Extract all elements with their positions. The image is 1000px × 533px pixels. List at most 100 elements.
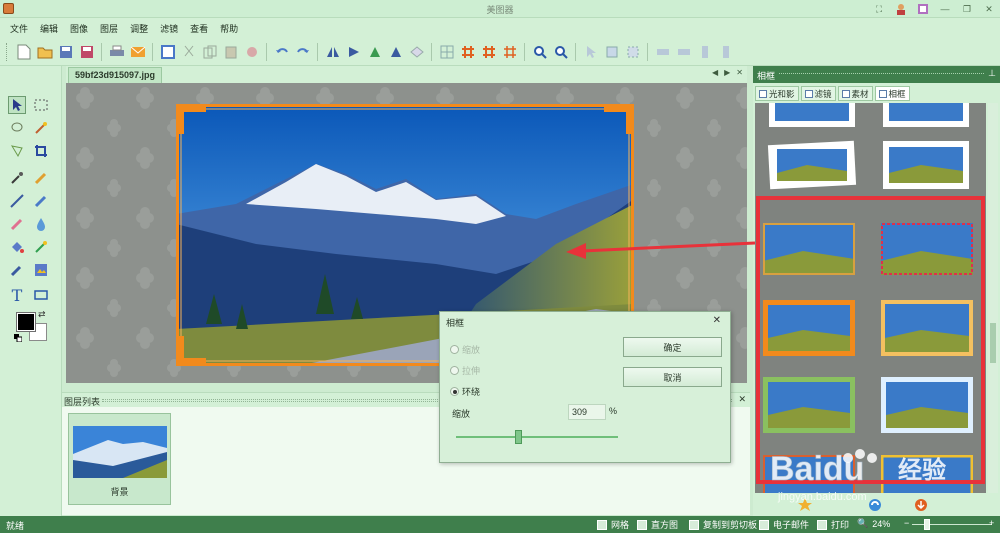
open-folder-icon[interactable] [37, 44, 53, 60]
redo-icon[interactable] [295, 44, 311, 60]
dialog-close-icon[interactable]: ✕ [713, 315, 721, 326]
crop-hash-icon[interactable] [460, 44, 476, 60]
document-tab[interactable]: 59bf23d915097.jpg [68, 67, 163, 83]
magic-color-tool-icon[interactable] [32, 238, 50, 256]
tab-frame[interactable]: 相框 [874, 86, 910, 101]
email-button[interactable]: 电子邮件 [759, 518, 809, 531]
tab-next-icon[interactable]: ▶ [724, 68, 730, 77]
select-all-icon[interactable] [604, 44, 620, 60]
cut-icon[interactable] [181, 44, 197, 60]
undo-icon[interactable] [274, 44, 290, 60]
polygon-lasso-tool-icon[interactable] [8, 142, 26, 160]
paste-icon[interactable] [223, 44, 239, 60]
foreground-color-swatch[interactable] [16, 312, 36, 332]
layers-close-icon[interactable]: ✕ [738, 394, 746, 405]
lasso-tool-icon[interactable] [8, 119, 26, 137]
flip-horizontal-icon[interactable] [325, 44, 341, 60]
line-tool-icon[interactable] [8, 192, 26, 210]
menu-filter[interactable]: 滤镜 [160, 22, 178, 35]
frame-thumb[interactable] [881, 103, 971, 129]
tab-light-shadow[interactable]: 光和影 [755, 86, 799, 101]
menu-file[interactable]: 文件 [10, 22, 28, 35]
save-as-icon[interactable] [79, 44, 95, 60]
restore-button[interactable]: ❐ [960, 2, 974, 16]
rotate-left-icon[interactable] [367, 44, 383, 60]
fullscreen-icon[interactable]: ⛶ [872, 2, 886, 16]
tab-filter[interactable]: 滤镜 [800, 86, 836, 101]
radio-scale[interactable]: 缩放 [450, 343, 480, 356]
skin-icon[interactable] [916, 2, 930, 16]
scale-slider-thumb[interactable] [515, 430, 522, 444]
pencil-tool-icon[interactable] [32, 169, 50, 187]
save-icon[interactable] [58, 44, 74, 60]
zoom-out-icon[interactable] [553, 44, 569, 60]
brush-tool-icon[interactable] [32, 192, 50, 210]
blur-tool-icon[interactable] [32, 215, 50, 233]
frame-thumb[interactable] [881, 139, 971, 191]
crop-tool-icon[interactable] [32, 142, 50, 160]
scale-input[interactable]: 309 [568, 404, 606, 420]
menu-adjust[interactable]: 调整 [130, 22, 148, 35]
text-tool-icon[interactable]: T [8, 286, 26, 305]
email-icon[interactable] [130, 44, 146, 60]
menu-view[interactable]: 查看 [190, 22, 208, 35]
ok-button[interactable]: 确定 [623, 337, 722, 357]
eyedropper-tool-icon[interactable] [8, 169, 26, 187]
frame-hash-icon[interactable] [481, 44, 497, 60]
frame-thumb[interactable] [767, 103, 857, 129]
align-left-icon[interactable] [655, 44, 671, 60]
rect-select-tool-icon[interactable] [32, 96, 50, 114]
window-icon[interactable] [160, 44, 176, 60]
border-hash-icon[interactable] [502, 44, 518, 60]
close-button[interactable]: ✕ [982, 2, 996, 16]
magic-wand-tool-icon[interactable] [32, 119, 50, 137]
fill-bucket-tool-icon[interactable] [8, 238, 26, 256]
rectangle-tool-icon[interactable] [32, 286, 50, 304]
rotate-right-icon[interactable] [388, 44, 404, 60]
menu-layer[interactable]: 图层 [100, 22, 118, 35]
zoom-slider-thumb[interactable] [924, 519, 930, 530]
frame-thumb[interactable] [767, 139, 857, 191]
eraser-tool-icon[interactable] [8, 215, 26, 233]
scale-slider-track[interactable] [456, 436, 618, 438]
pin-icon[interactable]: ⊥ [988, 68, 996, 79]
scrollbar-thumb[interactable] [990, 323, 996, 363]
copy-icon[interactable] [202, 44, 218, 60]
grid-toggle[interactable]: 网格 [597, 518, 629, 531]
flip-vertical-icon[interactable] [346, 44, 362, 60]
cancel-button[interactable]: 取消 [623, 367, 722, 387]
zoom-out-icon[interactable]: − [904, 518, 909, 528]
deselect-icon[interactable] [625, 44, 641, 60]
align-top-icon[interactable] [697, 44, 713, 60]
tab-prev-icon[interactable]: ◀ [712, 68, 718, 77]
zoom-in-icon[interactable] [532, 44, 548, 60]
align-center-icon[interactable] [676, 44, 692, 60]
tab-material[interactable]: 素材 [837, 86, 873, 101]
swap-colors-icon[interactable]: ⇄ [38, 309, 46, 320]
align-bottom-icon[interactable] [718, 44, 734, 60]
print-icon[interactable] [109, 44, 125, 60]
paint-brush-tool-icon[interactable] [8, 261, 26, 279]
new-file-icon[interactable] [16, 44, 32, 60]
menu-help[interactable]: 帮助 [220, 22, 238, 35]
radio-wrap[interactable]: 环绕 [450, 385, 480, 398]
user-icon[interactable] [894, 2, 908, 16]
menu-edit[interactable]: 编辑 [40, 22, 58, 35]
copy-clipboard-button[interactable]: 复制到剪切板 [689, 518, 757, 531]
histogram-toggle[interactable]: 直方图 [637, 518, 678, 531]
tab-close-icon[interactable]: ✕ [736, 68, 743, 77]
pointer-icon[interactable] [583, 44, 599, 60]
clear-icon[interactable] [244, 44, 260, 60]
radio-stretch[interactable]: 拉伸 [450, 364, 480, 377]
menu-image[interactable]: 图像 [70, 22, 88, 35]
print-button[interactable]: 打印 [817, 518, 849, 531]
stamp-tool-icon[interactable] [32, 261, 50, 279]
minimize-button[interactable]: — [938, 2, 952, 16]
zoom-in-icon[interactable]: + [989, 518, 994, 528]
layer-item[interactable]: 背景 [68, 413, 171, 505]
grid-icon[interactable] [439, 44, 455, 60]
frame-panel-scrollbar[interactable] [988, 103, 998, 493]
perspective-icon[interactable] [409, 44, 425, 60]
reset-colors-icon[interactable] [14, 334, 23, 343]
move-tool-icon[interactable] [8, 96, 26, 114]
